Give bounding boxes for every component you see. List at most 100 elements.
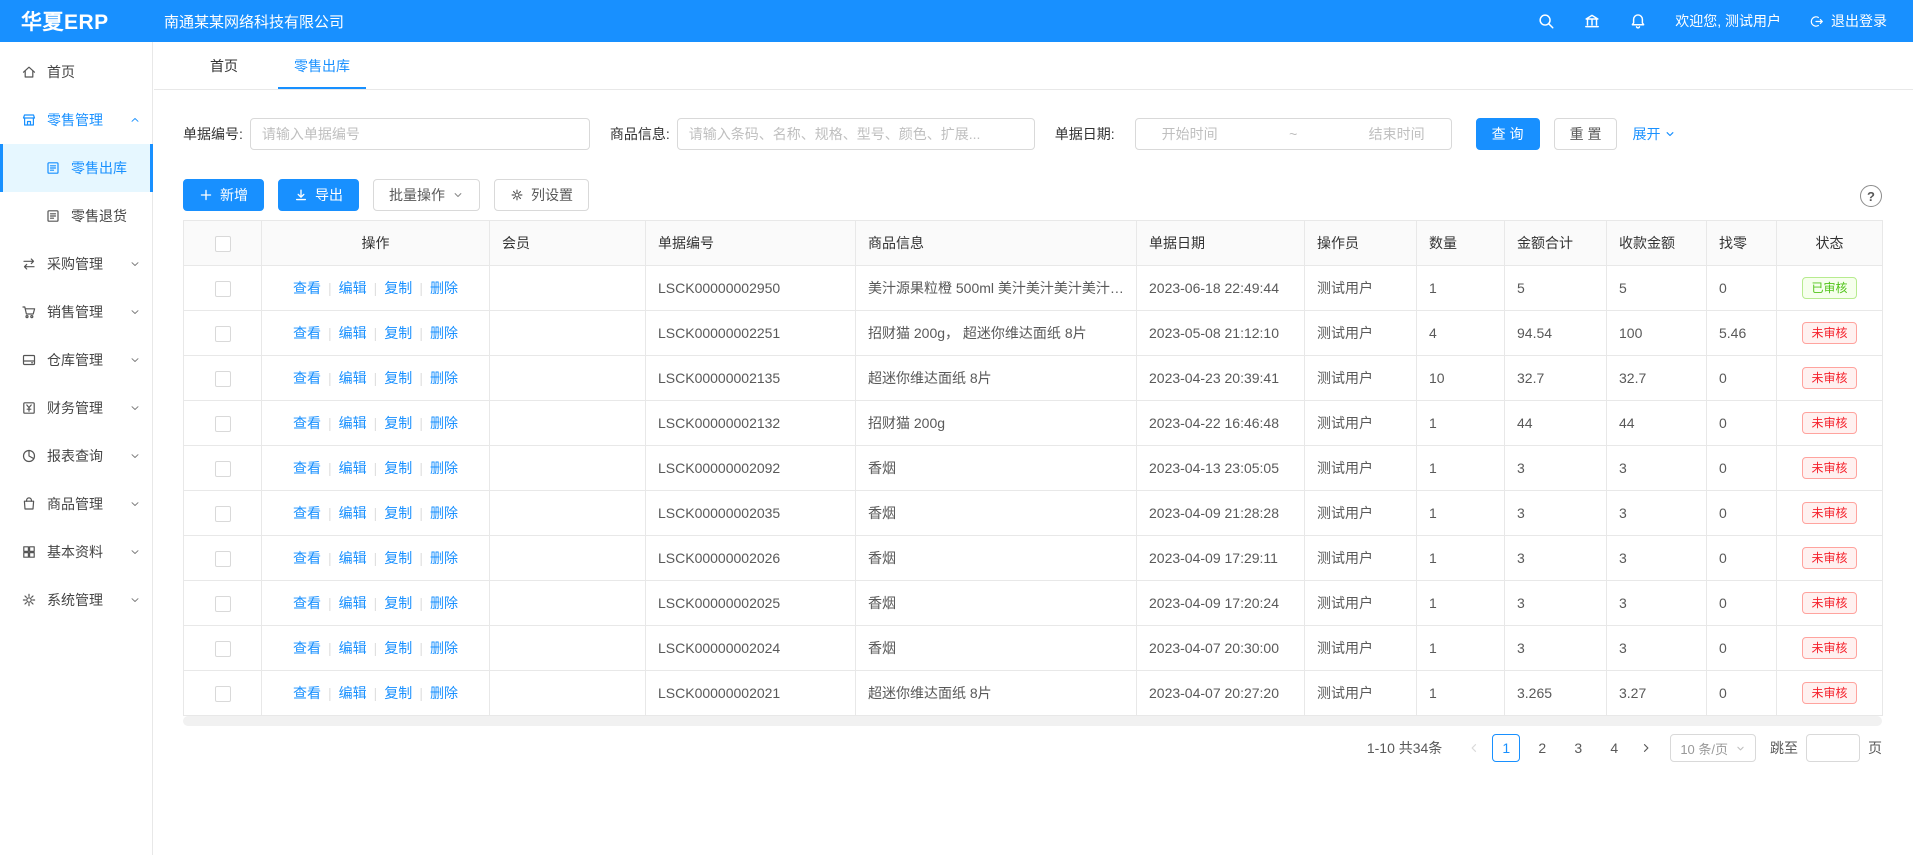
edit-link[interactable]: 编辑 [339, 460, 367, 476]
view-link[interactable]: 查看 [293, 685, 321, 701]
product-info-input[interactable] [677, 118, 1035, 150]
sidebar-item-system-management[interactable]: 系统管理 [0, 576, 152, 624]
grid-icon [21, 544, 37, 560]
product-cell: 招财猫 200g [856, 401, 1137, 446]
sidebar-item-product-management[interactable]: 商品管理 [0, 480, 152, 528]
sidebar-item-retail-management[interactable]: 零售管理 [0, 96, 152, 144]
sidebar-item-sales-management[interactable]: 销售管理 [0, 288, 152, 336]
select-all-checkbox[interactable] [215, 236, 231, 252]
edit-link[interactable]: 编辑 [339, 280, 367, 296]
sidebar-item-retail-outbound[interactable]: 零售出库 [0, 144, 152, 192]
edit-link[interactable]: 编辑 [339, 640, 367, 656]
copy-link[interactable]: 复制 [384, 460, 412, 476]
view-link[interactable]: 查看 [293, 595, 321, 611]
tab-home[interactable]: 首页 [194, 42, 254, 89]
edit-link[interactable]: 编辑 [339, 325, 367, 341]
home-icon [21, 64, 37, 80]
page-number-4[interactable]: 4 [1600, 734, 1628, 762]
row-checkbox[interactable] [215, 506, 231, 522]
delete-link[interactable]: 删除 [430, 640, 458, 656]
edit-link[interactable]: 编辑 [339, 550, 367, 566]
row-checkbox[interactable] [215, 596, 231, 612]
delete-link[interactable]: 删除 [430, 415, 458, 431]
column-settings-button[interactable]: 列设置 [494, 179, 589, 211]
view-link[interactable]: 查看 [293, 505, 321, 521]
records-table: 操作 会员 单据编号 商品信息 单据日期 操作员 数量 金额合计 收款金额 找零… [183, 220, 1883, 716]
copy-link[interactable]: 复制 [384, 370, 412, 386]
row-checkbox[interactable] [215, 371, 231, 387]
sidebar-item-home[interactable]: 首页 [0, 48, 152, 96]
sidebar-item-label: 首页 [47, 62, 75, 82]
search-button[interactable]: 查 询 [1476, 118, 1540, 150]
delete-link[interactable]: 删除 [430, 460, 458, 476]
page-number-1[interactable]: 1 [1492, 734, 1520, 762]
copy-link[interactable]: 复制 [384, 685, 412, 701]
copy-link[interactable]: 复制 [384, 595, 412, 611]
sidebar-item-report-query[interactable]: 报表查询 [0, 432, 152, 480]
sidebar: 首页 零售管理 零售出库 零售退货 采购管理 销售管理 仓库管理 财务管理 报表… [0, 42, 153, 855]
row-checkbox[interactable] [215, 461, 231, 477]
view-link[interactable]: 查看 [293, 325, 321, 341]
date-cell: 2023-04-09 21:28:28 [1137, 491, 1305, 536]
delete-link[interactable]: 删除 [430, 550, 458, 566]
edit-link[interactable]: 编辑 [339, 415, 367, 431]
copy-link[interactable]: 复制 [384, 640, 412, 656]
tab-retail-outbound[interactable]: 零售出库 [278, 42, 366, 89]
delete-link[interactable]: 删除 [430, 685, 458, 701]
sidebar-item-retail-return[interactable]: 零售退货 [0, 192, 152, 240]
view-link[interactable]: 查看 [293, 640, 321, 656]
copy-link[interactable]: 复制 [384, 415, 412, 431]
delete-link[interactable]: 删除 [430, 505, 458, 521]
sidebar-item-purchase-management[interactable]: 采购管理 [0, 240, 152, 288]
edit-link[interactable]: 编辑 [339, 505, 367, 521]
view-link[interactable]: 查看 [293, 280, 321, 296]
view-link[interactable]: 查看 [293, 370, 321, 386]
row-checkbox[interactable] [215, 416, 231, 432]
sidebar-item-label: 基本资料 [47, 542, 103, 562]
copy-link[interactable]: 复制 [384, 325, 412, 341]
row-checkbox[interactable] [215, 326, 231, 342]
next-page-button[interactable] [1632, 734, 1660, 762]
jump-page-input[interactable] [1806, 734, 1860, 762]
prev-page-button[interactable] [1460, 734, 1488, 762]
edit-link[interactable]: 编辑 [339, 370, 367, 386]
batch-actions-button[interactable]: 批量操作 [373, 179, 480, 211]
sidebar-item-warehouse-management[interactable]: 仓库管理 [0, 336, 152, 384]
export-button[interactable]: 导出 [278, 179, 359, 211]
delete-link[interactable]: 删除 [430, 370, 458, 386]
expand-link[interactable]: 展开 [1632, 124, 1676, 144]
page-number-2[interactable]: 2 [1528, 734, 1556, 762]
sidebar-item-finance-management[interactable]: 财务管理 [0, 384, 152, 432]
copy-link[interactable]: 复制 [384, 505, 412, 521]
date-range-input[interactable]: 开始时间 ~ 结束时间 [1135, 118, 1452, 150]
row-checkbox[interactable] [215, 686, 231, 702]
date-cell: 2023-04-23 20:39:41 [1137, 356, 1305, 401]
delete-link[interactable]: 删除 [430, 595, 458, 611]
row-checkbox[interactable] [215, 551, 231, 567]
edit-link[interactable]: 编辑 [339, 595, 367, 611]
view-link[interactable]: 查看 [293, 550, 321, 566]
row-checkbox[interactable] [215, 641, 231, 657]
row-checkbox[interactable] [215, 281, 231, 297]
copy-link[interactable]: 复制 [384, 550, 412, 566]
member-cell [490, 446, 646, 491]
bank-icon[interactable] [1583, 12, 1601, 30]
reset-button[interactable]: 重 置 [1554, 118, 1618, 150]
table-horizontal-scrollbar[interactable] [183, 716, 1882, 726]
view-link[interactable]: 查看 [293, 415, 321, 431]
delete-link[interactable]: 删除 [430, 325, 458, 341]
add-button[interactable]: 新增 [183, 179, 264, 211]
copy-link[interactable]: 复制 [384, 280, 412, 296]
help-button[interactable]: ? [1860, 185, 1882, 207]
bill-no-input[interactable] [250, 118, 590, 150]
page-number-3[interactable]: 3 [1564, 734, 1592, 762]
view-link[interactable]: 查看 [293, 460, 321, 476]
logout-button[interactable]: 退出登录 [1809, 11, 1887, 31]
delete-link[interactable]: 删除 [430, 280, 458, 296]
search-icon[interactable] [1537, 12, 1555, 30]
sidebar-item-basic-data[interactable]: 基本资料 [0, 528, 152, 576]
bell-icon[interactable] [1629, 12, 1647, 30]
page-size-select[interactable]: 10 条/页 [1670, 734, 1756, 762]
edit-link[interactable]: 编辑 [339, 685, 367, 701]
operator-cell: 测试用户 [1305, 626, 1417, 671]
